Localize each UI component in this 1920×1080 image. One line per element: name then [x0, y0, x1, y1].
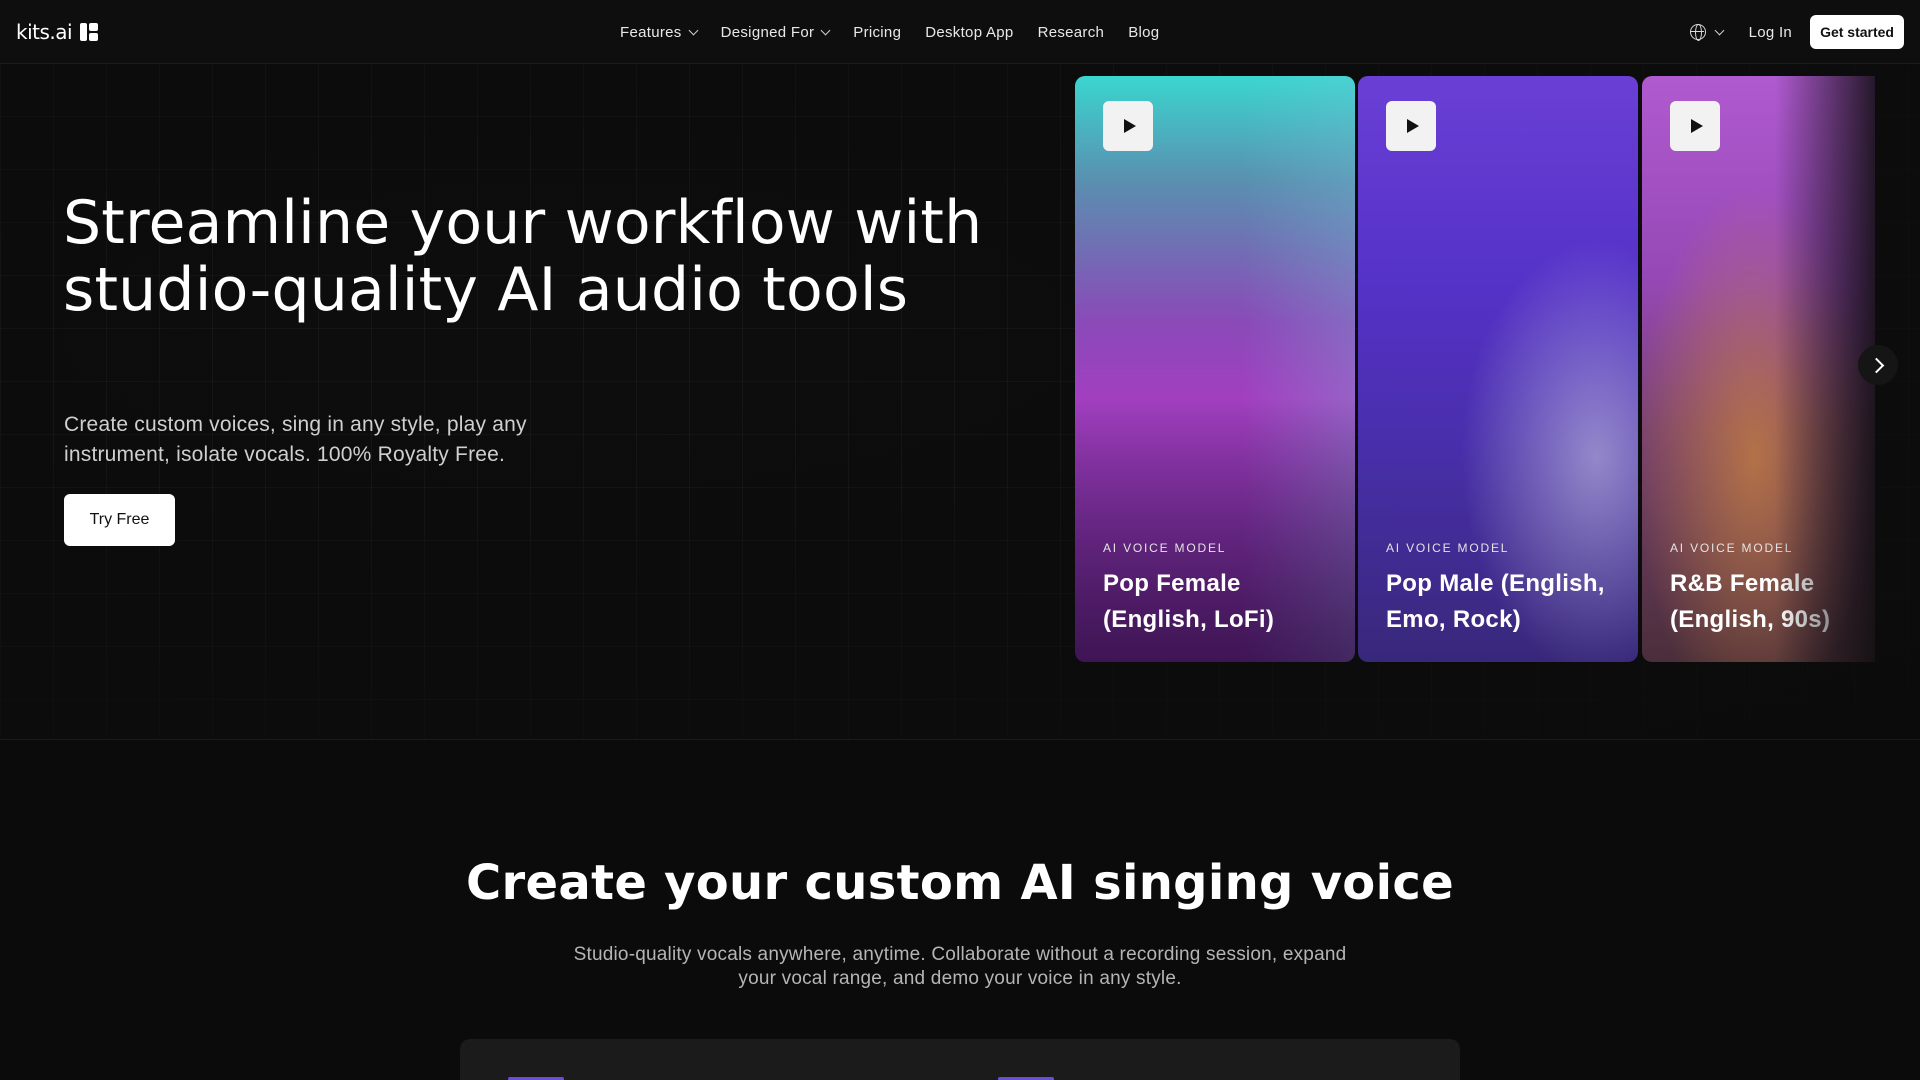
- nav-designed-for-label: Designed For: [720, 23, 815, 41]
- play-icon: [1123, 119, 1136, 133]
- feature-panel: [460, 1039, 1460, 1080]
- carousel-next-button[interactable]: [1858, 345, 1898, 385]
- chevron-down-icon: [820, 25, 831, 35]
- card-title: Pop Male (English, Emo, Rock): [1386, 570, 1605, 633]
- card-tag: AI VOICE MODEL: [1103, 541, 1227, 555]
- nav-designed-for[interactable]: Designed For: [720, 23, 831, 41]
- nav-actions: Log In Get started: [1689, 0, 1904, 64]
- nav-features-label: Features: [620, 23, 682, 41]
- card-tag: AI VOICE MODEL: [1386, 541, 1510, 555]
- hero-section: Streamline your workflow with studio-qua…: [0, 64, 1920, 740]
- main-menu: Features Designed For Pricing Desktop Ap…: [620, 0, 1159, 64]
- card-title: Pop Female (English, LoFi): [1103, 570, 1275, 633]
- hero-subtitle: Create custom voices, sing in any style,…: [64, 413, 527, 466]
- play-button[interactable]: [1386, 101, 1436, 151]
- voice-card[interactable]: AI VOICE MODEL Pop Female (English, LoFi…: [1075, 76, 1355, 662]
- hero-title: Streamline your workflow with studio-qua…: [63, 188, 983, 325]
- chevron-down-icon: [688, 25, 699, 35]
- nav-research[interactable]: Research: [1038, 24, 1105, 41]
- logo-text: kits.ai: [16, 20, 73, 44]
- voice-card[interactable]: AI VOICE MODEL Pop Male (English, Emo, R…: [1358, 76, 1638, 662]
- logo-mark-icon: [80, 23, 99, 41]
- top-navbar: kits.ai Features Designed For Pricing De…: [0, 0, 1920, 64]
- try-free-button[interactable]: Try Free: [64, 494, 175, 546]
- chevron-down-icon: [1714, 25, 1725, 35]
- chevron-right-icon: [1868, 357, 1884, 373]
- language-selector[interactable]: [1689, 24, 1725, 41]
- voice-card[interactable]: AI VOICE MODEL R&B Female (English, 90s): [1642, 76, 1875, 662]
- voice-model-carousel: AI VOICE MODEL Pop Female (English, LoFi…: [1075, 76, 1875, 662]
- play-icon: [1406, 119, 1419, 133]
- nav-desktop-app[interactable]: Desktop App: [925, 24, 1013, 41]
- globe-icon: [1689, 24, 1706, 41]
- play-button[interactable]: [1670, 101, 1720, 151]
- logo[interactable]: kits.ai: [16, 20, 99, 44]
- nav-pricing[interactable]: Pricing: [853, 24, 901, 41]
- section-subtitle: Studio-quality vocals anywhere, anytime.…: [573, 944, 1347, 989]
- card-tag: AI VOICE MODEL: [1670, 541, 1794, 555]
- play-icon: [1690, 119, 1703, 133]
- login-link[interactable]: Log In: [1749, 24, 1793, 41]
- nav-blog[interactable]: Blog: [1128, 24, 1159, 41]
- card-title: R&B Female (English, 90s): [1670, 570, 1831, 633]
- get-started-button[interactable]: Get started: [1810, 15, 1904, 49]
- play-button[interactable]: [1103, 101, 1153, 151]
- nav-features[interactable]: Features: [620, 23, 699, 41]
- section-title: Create your custom AI singing voice: [466, 855, 1454, 911]
